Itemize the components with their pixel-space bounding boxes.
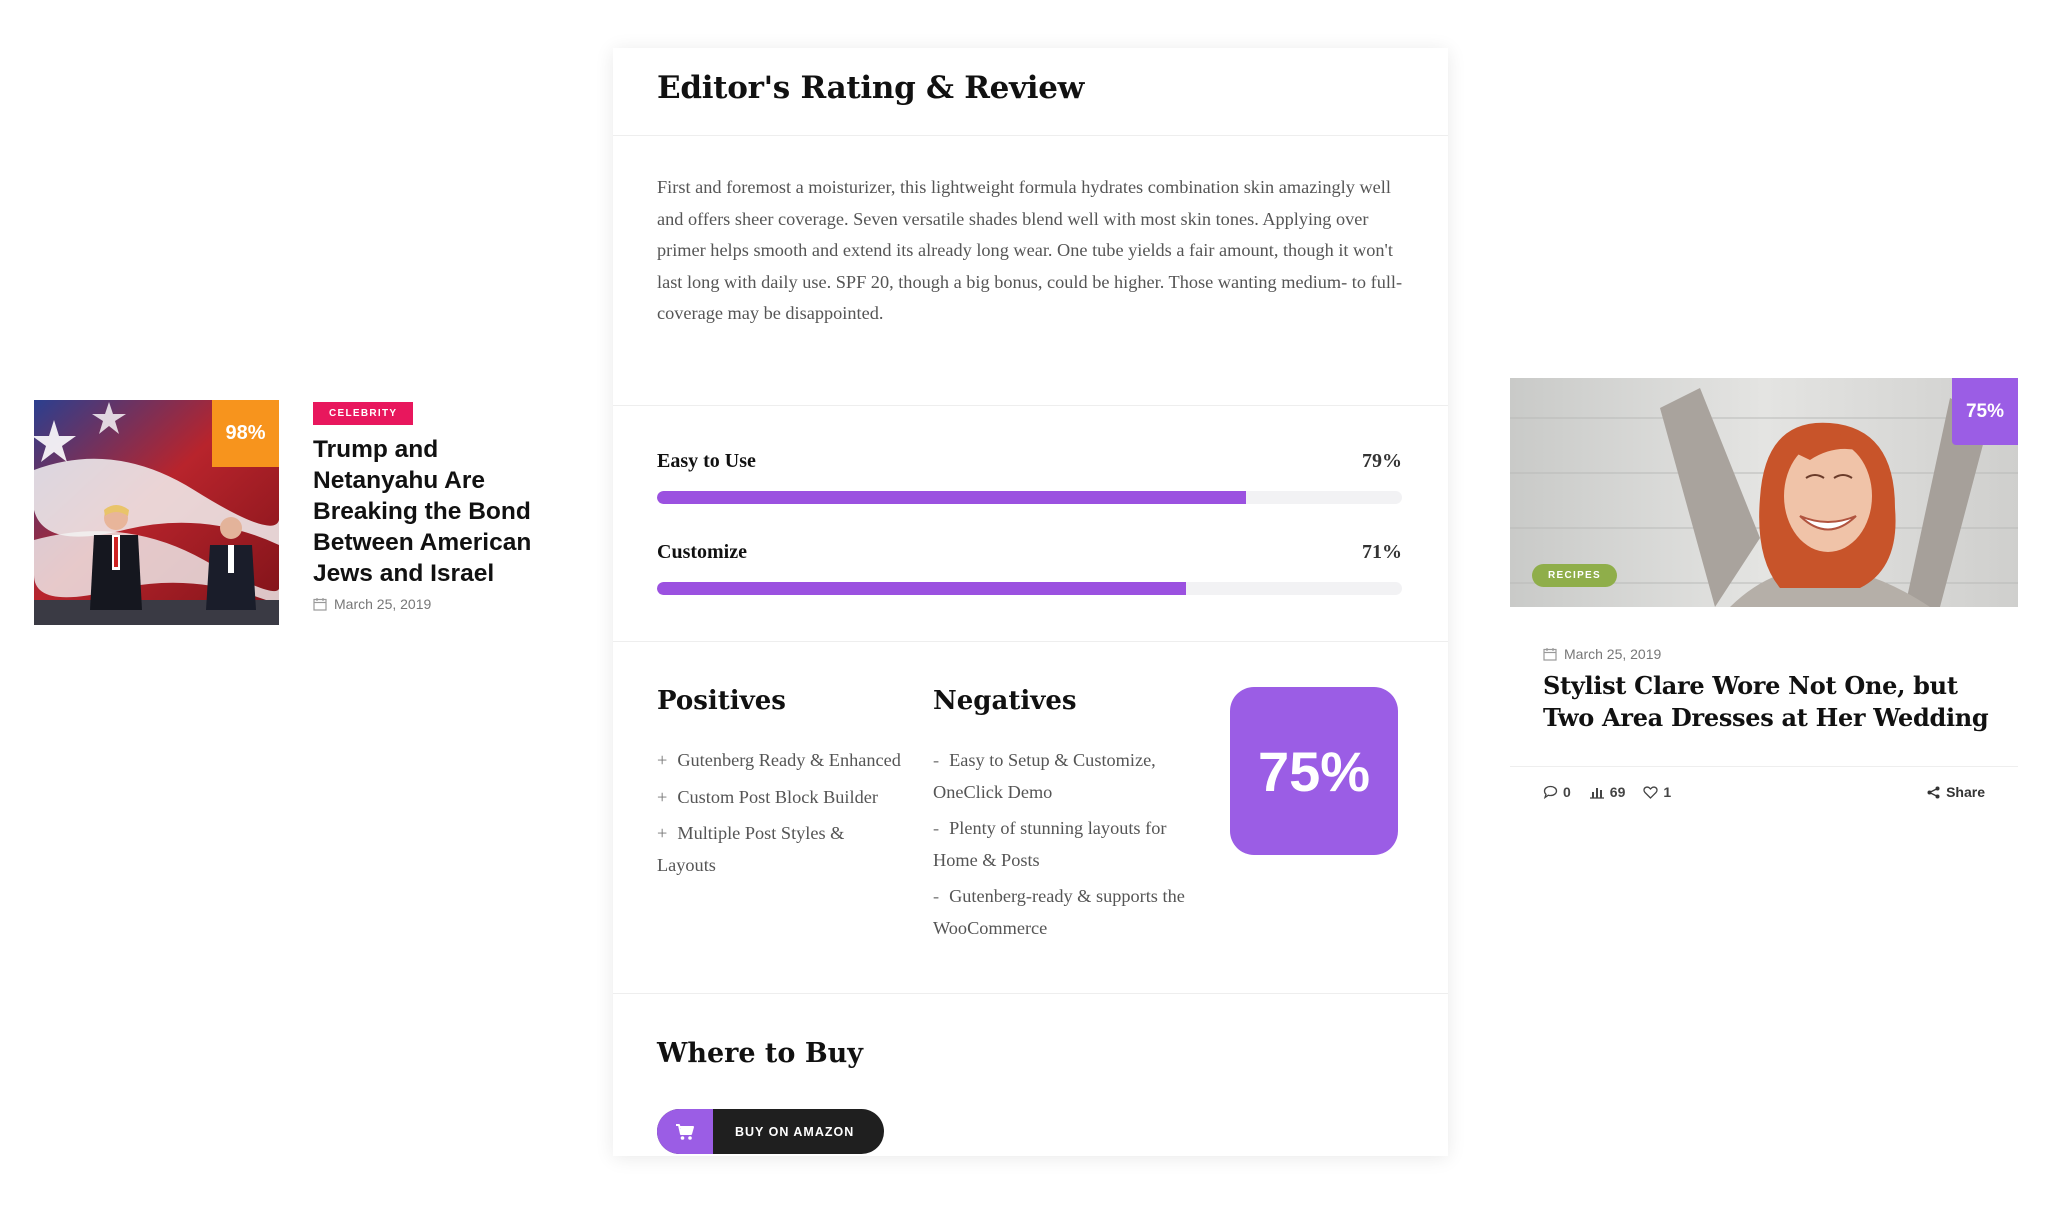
share-icon xyxy=(1927,786,1940,798)
article-title[interactable]: Trump and Netanyahu Are Breaking the Bon… xyxy=(313,434,553,589)
cart-icon xyxy=(657,1109,713,1154)
right-article-card[interactable]: 75% RECIPES March 25, 2019 Stylist Clare… xyxy=(1510,378,2018,818)
share-button[interactable]: Share xyxy=(1927,784,1985,800)
rating-label: Customize xyxy=(657,541,747,563)
calendar-icon xyxy=(313,598,327,611)
review-title: Editor's Rating & Review xyxy=(657,70,1085,106)
category-badge[interactable]: RECIPES xyxy=(1532,564,1618,587)
share-label: Share xyxy=(1946,784,1985,800)
list-item: + Custom Post Block Builder xyxy=(657,786,878,807)
positives-title: Positives xyxy=(657,686,786,716)
review-body: First and foremost a moisturizer, this l… xyxy=(657,177,1403,323)
article-title[interactable]: Stylist Clare Wore Not One, but Two Area… xyxy=(1543,670,2003,734)
overall-score-badge: 75% xyxy=(1230,687,1398,855)
negatives-title: Negatives xyxy=(933,686,1077,716)
like-count: 1 xyxy=(1663,784,1672,800)
article-stats: 0 69 1 xyxy=(1543,784,1671,800)
buy-on-amazon-button[interactable]: BUY ON AMAZON xyxy=(657,1109,884,1154)
score-badge: 98% xyxy=(212,400,279,467)
rating-percent: 79% xyxy=(1362,450,1402,472)
views-stat: 69 xyxy=(1589,784,1626,800)
date-text: March 25, 2019 xyxy=(1564,646,1662,662)
comment-count: 0 xyxy=(1563,784,1571,800)
buy-button-label: BUY ON AMAZON xyxy=(735,1124,855,1139)
minus-marker: - xyxy=(933,750,940,770)
progress-track xyxy=(657,582,1402,595)
likes-stat[interactable]: 1 xyxy=(1643,784,1671,800)
list-item: - Easy to Setup & Customize, OneClick Dem… xyxy=(933,750,1156,802)
pros-cons-section: Positives + Gutenberg Ready & Enhanced + C… xyxy=(613,642,1448,994)
negatives-list: - Easy to Setup & Customize, OneClick Dem… xyxy=(933,745,1203,949)
positives-list: + Gutenberg Ready & Enhanced + Custom Post… xyxy=(657,745,902,886)
review-summary: First and foremost a moisturizer, this l… xyxy=(613,136,1448,406)
progress-fill xyxy=(657,582,1186,595)
article-date: March 25, 2019 xyxy=(313,596,431,612)
review-header: Editor's Rating & Review xyxy=(613,48,1448,136)
comments-stat[interactable]: 0 xyxy=(1543,784,1571,800)
category-badge[interactable]: CELEBRITY xyxy=(313,402,414,425)
comment-icon xyxy=(1543,785,1558,799)
list-item: + Gutenberg Ready & Enhanced xyxy=(657,750,901,770)
article-date: March 25, 2019 xyxy=(1543,646,1661,662)
score-badge: 75% xyxy=(1952,378,2018,445)
article-thumbnail[interactable]: 98% xyxy=(34,400,279,625)
plus-marker: + xyxy=(657,823,668,843)
heart-icon xyxy=(1643,785,1659,799)
rating-percent: 71% xyxy=(1362,541,1402,563)
minus-marker: - xyxy=(933,818,940,838)
divider xyxy=(1510,766,2018,767)
rating-bars: Easy to Use 79% Customize 71% xyxy=(613,406,1448,642)
view-count: 69 xyxy=(1609,784,1626,800)
list-item: - Gutenberg-ready & supports the WooComme… xyxy=(933,886,1185,938)
date-text: March 25, 2019 xyxy=(334,596,432,612)
plus-marker: + xyxy=(657,750,668,770)
progress-track xyxy=(657,491,1402,504)
plus-marker: + xyxy=(657,786,668,807)
bar-chart-icon xyxy=(1589,787,1604,799)
review-box: Editor's Rating & Review First and forem… xyxy=(613,48,1448,1156)
where-to-buy-title: Where to Buy xyxy=(657,1038,863,1069)
where-to-buy-section: Where to Buy BUY ON AMAZON xyxy=(613,994,1448,1156)
rating-label: Easy to Use xyxy=(657,450,756,472)
list-item: + Multiple Post Styles & Layouts xyxy=(657,823,845,875)
progress-fill xyxy=(657,491,1246,504)
minus-marker: - xyxy=(933,886,940,906)
list-item: - Plenty of stunning layouts for Home & P… xyxy=(933,818,1167,870)
article-thumbnail[interactable]: 75% RECIPES xyxy=(1510,378,2018,607)
left-article-card[interactable]: 98% CELEBRITY Trump and Netanyahu Are Br… xyxy=(34,400,554,630)
calendar-icon xyxy=(1543,648,1557,661)
